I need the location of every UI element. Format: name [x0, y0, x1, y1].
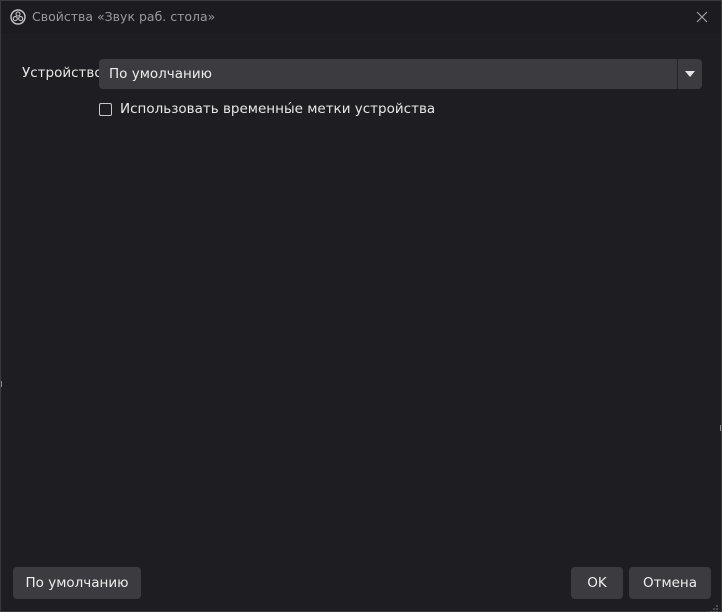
device-select-value: По умолчанию	[109, 66, 212, 82]
close-button[interactable]	[689, 4, 715, 30]
close-icon	[696, 8, 708, 27]
left-edge-mark	[1, 381, 2, 387]
device-label: Устройство	[22, 65, 103, 81]
window-title: Свойства «Звук раб. стола»	[32, 9, 216, 24]
device-timestamps-option[interactable]: Использовать временны́е метки устройства	[99, 100, 435, 118]
title-bar[interactable]: Свойства «Звук раб. стола»	[1, 1, 721, 33]
obs-logo-icon	[10, 9, 26, 25]
device-select[interactable]: По умолчанию	[99, 59, 702, 89]
defaults-button[interactable]: По умолчанию	[13, 567, 141, 599]
properties-dialog: Свойства «Звук раб. стола» Устройство По…	[0, 0, 722, 612]
device-timestamps-checkbox[interactable]	[99, 102, 112, 116]
device-timestamps-label: Использовать временны́е метки устройства	[120, 101, 436, 117]
chevron-down-icon[interactable]	[677, 59, 702, 89]
resize-grip-icon[interactable]	[709, 599, 719, 612]
cancel-button[interactable]: Отмена	[629, 567, 711, 599]
ok-button[interactable]: OK	[571, 567, 623, 599]
right-edge-mark	[720, 425, 721, 431]
